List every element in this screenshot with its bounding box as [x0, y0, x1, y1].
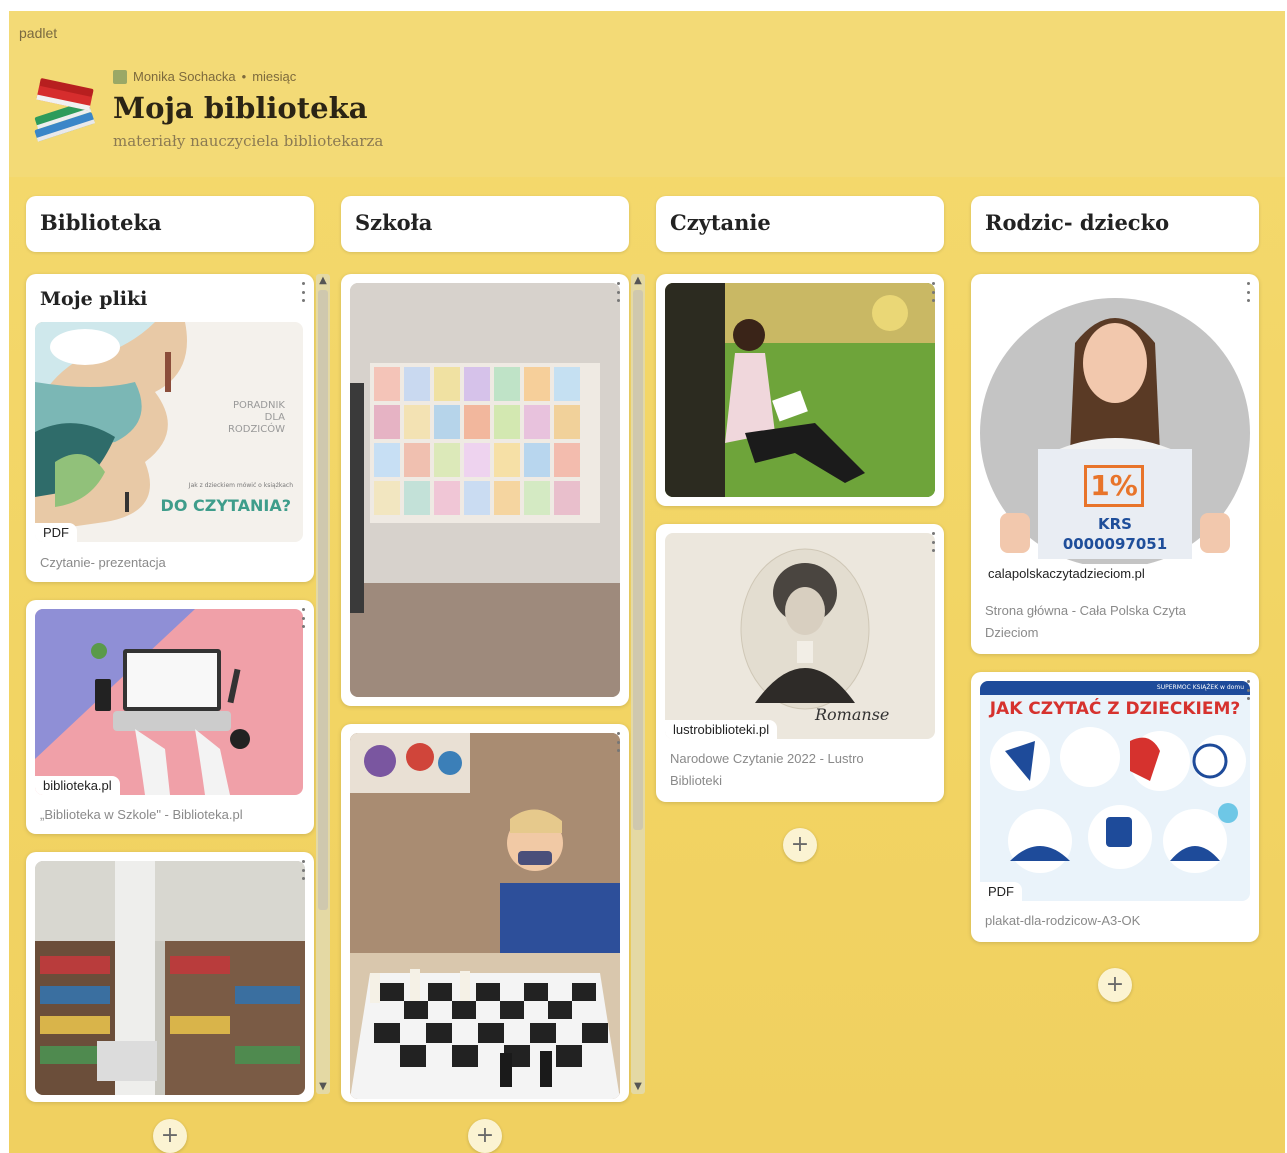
post-caption: Czytanie- prezentacja [40, 555, 166, 570]
add-post-button-czytanie[interactable]: + [783, 828, 817, 862]
scroll-down-icon[interactable]: ▼ [316, 1080, 330, 1094]
poster-preview-image[interactable]: SUPERMOC KSIĄŻEK w domu JAK CZYTAĆ Z DZI… [980, 681, 1250, 901]
post-card-moje-pliki[interactable]: Moje pliki PORADNIK DLA RODZICÓW Jak z d… [26, 274, 314, 582]
drawings-on-wall-photo-icon [350, 283, 620, 697]
poster-illustration-icon [990, 727, 1246, 873]
post-menu-icon[interactable] [300, 608, 306, 628]
link-domain-tag: biblioteka.pl [35, 776, 120, 795]
scroll-down-icon[interactable]: ▼ [631, 1080, 645, 1094]
laptop-desk-illustration-icon [35, 609, 250, 795]
sign-percent: 1% [1084, 465, 1144, 507]
sign-krs-label: KRS [1098, 515, 1132, 533]
poster-title: JAK CZYTAĆ Z DZIECKIEM? [989, 699, 1241, 719]
column-scrollbar-biblioteka[interactable]: ▲ ▼ [316, 274, 330, 1094]
column-header-szkola[interactable]: Szkoła [341, 196, 629, 252]
board-title: Moja biblioteka [113, 91, 368, 125]
portrait-engraving-icon [740, 548, 870, 710]
post-card-cala-polska[interactable]: 1% KRS 0000097051 calapolskaczytadziecio… [971, 274, 1259, 654]
chess-photo-image[interactable] [350, 733, 620, 1099]
post-card-library-photo[interactable] [26, 852, 314, 1102]
updated-time: miesiąc [252, 69, 297, 84]
author-name[interactable]: Monika Sochacka [133, 69, 236, 84]
scroll-up-icon[interactable]: ▲ [316, 274, 330, 288]
post-card-drawings[interactable] [341, 274, 629, 706]
post-menu-icon[interactable] [930, 532, 936, 552]
column-header-rodzic-dziecko[interactable]: Rodzic- dziecko [971, 196, 1259, 252]
pdf-cover-smalltext: Jak z dzieckiem mówić o książkach [188, 482, 293, 489]
pdf-cover-subtitle: PORADNIK DLA RODZICÓW [227, 400, 285, 435]
pdf-badge: PDF [35, 523, 77, 542]
post-caption: „Biblioteka w Szkole" - Biblioteka.pl [40, 807, 243, 822]
add-post-button-rodzic-dziecko[interactable]: + [1098, 968, 1132, 1002]
board-header: padlet Monika Sochacka • miesiąc Moja bi… [9, 11, 1285, 177]
meta-separator: • [241, 69, 247, 84]
portrait-script-text: Romanse [815, 705, 890, 724]
post-card-narodowe-czytanie[interactable]: Romanse lustrobiblioteki.pl Narodowe Czy… [656, 524, 944, 802]
post-caption: Narodowe Czytanie 2022 - Lustro Bibliote… [670, 751, 864, 788]
link-domain-tag: lustrobiblioteki.pl [665, 720, 778, 739]
post-menu-icon[interactable] [1245, 282, 1251, 302]
library-shelves-image[interactable] [35, 861, 305, 1095]
post-menu-icon[interactable] [300, 282, 306, 302]
post-card-biblioteka-pl[interactable]: biblioteka.pl „Biblioteka w Szkole" - Bi… [26, 600, 314, 834]
post-menu-icon[interactable] [615, 732, 621, 752]
scrollbar-thumb[interactable] [318, 290, 328, 910]
scroll-up-icon[interactable]: ▲ [631, 274, 645, 288]
board-meta: Monika Sochacka • miesiąc [113, 69, 296, 84]
post-card-plakat[interactable]: SUPERMOC KSIĄŻEK w domu JAK CZYTAĆ Z DZI… [971, 672, 1259, 942]
post-menu-icon[interactable] [930, 282, 936, 302]
pdf-preview-image[interactable]: PORADNIK DLA RODZICÓW Jak z dzieckiem mó… [35, 322, 303, 542]
padlet-board: padlet Monika Sochacka • miesiąc Moja bi… [9, 11, 1285, 1153]
post-caption: Strona główna - Cała Polska Czyta Dzieci… [985, 603, 1186, 640]
post-card-reading-photo[interactable] [656, 274, 944, 506]
post-menu-icon[interactable] [1245, 680, 1251, 700]
link-domain-tag: calapolskaczytadzieciom.pl [980, 564, 1153, 583]
portrait-image[interactable]: Romanse lustrobiblioteki.pl [665, 533, 935, 739]
reading-photo-image[interactable] [665, 283, 935, 497]
link-preview-image[interactable]: biblioteka.pl [35, 609, 303, 795]
library-shelves-photo-icon [35, 861, 305, 1095]
post-title: Moje pliki [40, 288, 148, 310]
pdf-cover-headline: DO CZYTANIA? [160, 496, 291, 515]
brand-label[interactable]: padlet [19, 25, 57, 41]
drawings-wall-image[interactable] [350, 283, 620, 697]
sign-krs-number: 0000097051 [1062, 535, 1168, 553]
add-post-button-biblioteka[interactable]: + [153, 1119, 187, 1153]
woman-reading-photo-icon [665, 283, 935, 497]
post-caption: plakat-dla-rodzicow-A3-OK [985, 913, 1141, 928]
post-menu-icon[interactable] [300, 860, 306, 880]
board-subtitle: materiały nauczyciela bibliotekarza [113, 132, 384, 150]
add-post-button-szkola[interactable]: + [468, 1119, 502, 1153]
cpcd-image[interactable]: 1% KRS 0000097051 calapolskaczytadziecio… [980, 283, 1250, 583]
post-card-chess[interactable] [341, 724, 629, 1102]
poster-header: SUPERMOC KSIĄŻEK w domu [980, 681, 1250, 695]
column-header-biblioteka[interactable]: Biblioteka [26, 196, 314, 252]
child-playing-chess-photo-icon [350, 733, 620, 1099]
author-avatar-icon [113, 69, 127, 84]
pdf-badge: PDF [980, 882, 1022, 901]
scrollbar-thumb[interactable] [633, 290, 643, 830]
post-menu-icon[interactable] [615, 282, 621, 302]
column-header-czytanie[interactable]: Czytanie [656, 196, 944, 252]
column-scrollbar-szkola[interactable]: ▲ ▼ [631, 274, 645, 1094]
books-logo-icon [34, 78, 96, 142]
